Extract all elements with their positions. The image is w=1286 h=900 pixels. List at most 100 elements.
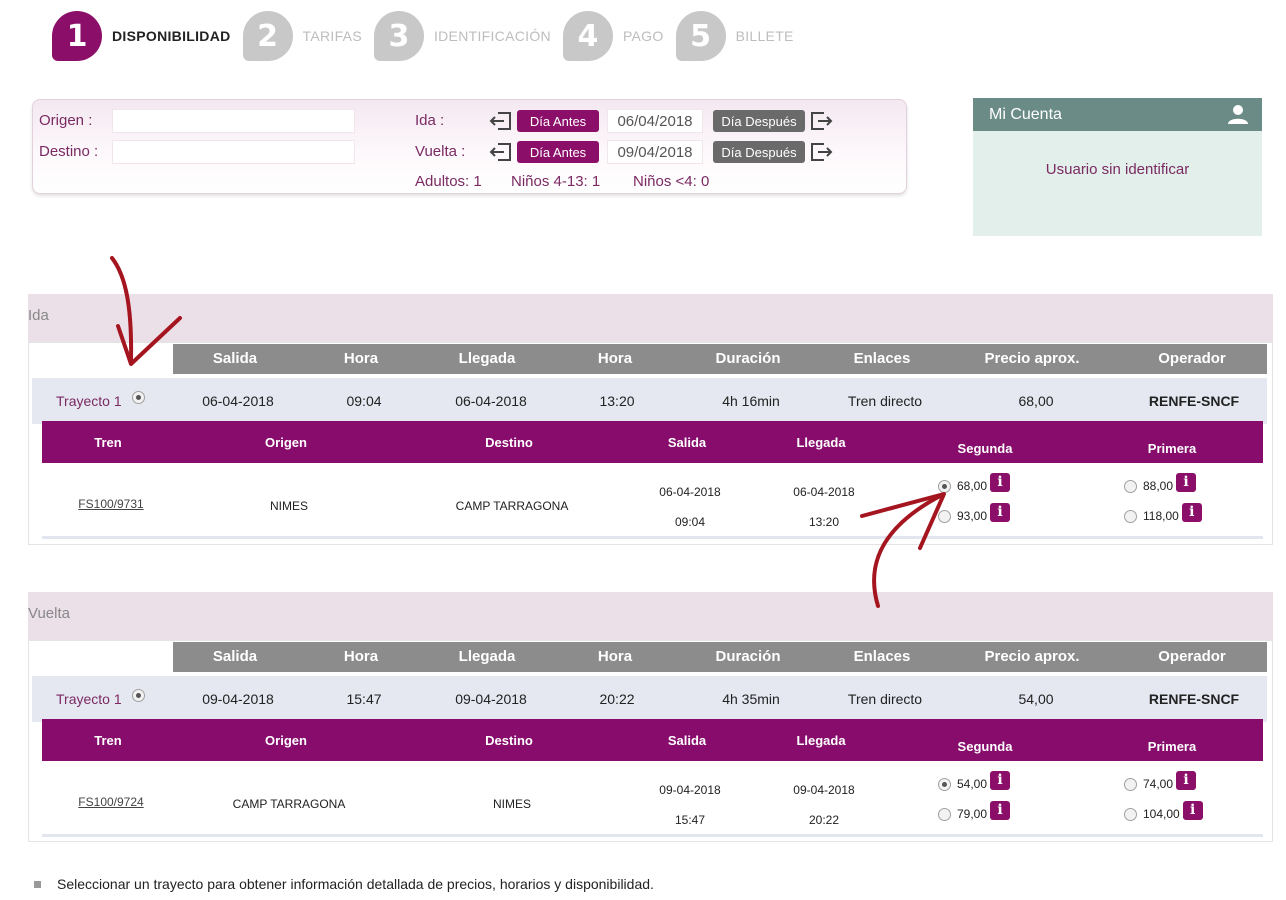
col-destino: Destino (485, 435, 533, 450)
train-number-link[interactable]: FS100/9731 (78, 497, 143, 511)
train-destino: CAMP TARRAGONA (455, 499, 569, 513)
info-icon[interactable]: i (1182, 800, 1203, 820)
col-destino: Destino (485, 733, 533, 748)
col-salida: Salida (212, 648, 258, 665)
col-tren: Tren (94, 435, 122, 450)
summary-hora-salida: 15:47 (346, 691, 382, 707)
col-precio: Precio aprox. (984, 648, 1080, 665)
info-icon[interactable]: i (1181, 502, 1202, 522)
vuelta-dia-despues-button[interactable]: Día Después (713, 141, 805, 163)
fare-radio[interactable] (1124, 807, 1137, 821)
ida-train-row: FS100/9731 NIMES CAMP TARRAGONA 06-04-20… (42, 463, 1263, 539)
ida-section-title: Ida (28, 294, 1273, 342)
ida-trayecto-row[interactable]: Trayecto 1 06-04-2018 09:04 06-04-2018 1… (32, 378, 1267, 424)
ida-train-header: Tren Origen Destino Salida Llegada Segun… (42, 421, 1263, 463)
vuelta-trayecto-row[interactable]: Trayecto 1 09-04-2018 15:47 09-04-2018 2… (32, 676, 1267, 722)
train-salida-fecha: 09-04-2018 (659, 783, 721, 797)
info-icon[interactable]: i (1176, 472, 1197, 492)
prev-day-icon[interactable] (489, 110, 513, 132)
summary-hora-salida: 09:04 (346, 393, 382, 409)
progress-steps: 1 DISPONIBILIDAD 2 TARIFAS 3 IDENTIFICAC… (52, 10, 806, 62)
fare-segunda-option[interactable]: 79,00 i (938, 800, 1011, 821)
col-origen: Origen (265, 733, 307, 748)
trayecto-radio[interactable] (132, 689, 145, 702)
fare-radio[interactable] (938, 479, 951, 493)
fare-segunda-option[interactable]: 68,00 i (938, 472, 1011, 493)
fare-primera-option[interactable]: 88,00 i (1124, 472, 1197, 493)
summary-hora-llegada: 13:20 (599, 393, 635, 409)
col-llegada: Llegada (796, 733, 846, 748)
train-destino: NIMES (492, 797, 532, 811)
col-salida: Salida (667, 733, 707, 748)
step-number: 3 (373, 11, 424, 61)
step-label: PAGO (622, 28, 664, 44)
summary-enlaces: Tren directo (847, 691, 923, 707)
info-icon[interactable]: i (1176, 770, 1197, 790)
col-enlaces: Enlaces (853, 648, 911, 665)
col-llegada: Llegada (458, 648, 516, 665)
col-precio: Precio aprox. (984, 350, 1080, 367)
summary-precio: 54,00 (1018, 691, 1054, 707)
ida-dia-despues-button[interactable]: Día Después (713, 110, 805, 132)
vuelta-dia-antes-button[interactable]: Día Antes (517, 141, 599, 163)
col-operador: Operador (1158, 350, 1226, 367)
step-tarifas: 2 TARIFAS (242, 11, 362, 61)
vuelta-date-field[interactable]: 09/04/2018 (607, 140, 703, 164)
col-enlaces: Enlaces (853, 350, 911, 367)
fare-price: 54,00 (957, 777, 988, 791)
info-icon[interactable]: i (990, 770, 1011, 790)
step-label: IDENTIFICACIÓN (433, 28, 551, 44)
summary-duracion: 4h 35min (722, 691, 780, 707)
summary-operador: RENFE-SNCF (1148, 393, 1240, 409)
col-primera: Primera (1147, 739, 1197, 754)
destino-input[interactable] (112, 140, 355, 164)
fare-price: 104,00 (1143, 807, 1180, 821)
fare-price: 93,00 (957, 509, 988, 523)
fare-radio[interactable] (938, 807, 951, 821)
origen-label: Origen : (39, 112, 93, 129)
user-icon[interactable] (1226, 103, 1250, 125)
col-primera: Primera (1147, 441, 1197, 456)
fare-radio[interactable] (938, 777, 951, 791)
fare-radio[interactable] (1124, 777, 1137, 791)
step-pago: 4 PAGO (562, 11, 664, 61)
train-llegada-fecha: 09-04-2018 (793, 783, 855, 797)
vuelta-section-title: Vuelta (28, 592, 1273, 640)
summary-llegada: 09-04-2018 (455, 691, 527, 707)
origen-input[interactable] (112, 109, 355, 133)
ida-column-header: Salida Hora Llegada Hora Duración Enlace… (173, 344, 1267, 374)
ida-date-field[interactable]: 06/04/2018 (607, 109, 703, 133)
fare-price: 74,00 (1143, 777, 1174, 791)
next-day-icon[interactable] (809, 141, 833, 163)
prev-day-icon[interactable] (489, 141, 513, 163)
fare-segunda-option[interactable]: 54,00 i (938, 770, 1011, 791)
train-llegada-hora: 20:22 (808, 813, 840, 827)
step-disponibilidad: 1 DISPONIBILIDAD (52, 11, 231, 61)
fare-price: 68,00 (957, 479, 988, 493)
fare-primera-option[interactable]: 104,00 i (1124, 800, 1203, 821)
fare-segunda-option[interactable]: 93,00 i (938, 502, 1011, 523)
step-number: 2 (242, 11, 293, 61)
account-status: Usuario sin identificar (1045, 161, 1190, 178)
info-icon[interactable]: i (990, 800, 1011, 820)
fare-primera-option[interactable]: 74,00 i (1124, 770, 1197, 791)
vuelta-column-header: Salida Hora Llegada Hora Duración Enlace… (173, 642, 1267, 672)
fare-primera-option[interactable]: 118,00 i (1124, 502, 1202, 523)
col-segunda: Segunda (957, 739, 1013, 754)
fare-radio[interactable] (938, 509, 951, 523)
step-label: BILLETE (735, 28, 794, 44)
account-header: Mi Cuenta (973, 98, 1262, 131)
help-note-text: Seleccionar un trayecto para obtener inf… (57, 876, 654, 892)
summary-duracion: 4h 16min (722, 393, 780, 409)
next-day-icon[interactable] (809, 110, 833, 132)
vuelta-train-header: Tren Origen Destino Salida Llegada Segun… (42, 719, 1263, 761)
train-number-link[interactable]: FS100/9724 (78, 795, 143, 809)
fare-radio[interactable] (1124, 479, 1137, 493)
fare-radio[interactable] (1124, 509, 1137, 523)
info-icon[interactable]: i (990, 472, 1011, 492)
col-hora: Hora (343, 648, 379, 665)
bullet-icon (34, 880, 41, 888)
trayecto-radio[interactable] (132, 391, 145, 404)
ida-dia-antes-button[interactable]: Día Antes (517, 110, 599, 132)
info-icon[interactable]: i (990, 502, 1011, 522)
